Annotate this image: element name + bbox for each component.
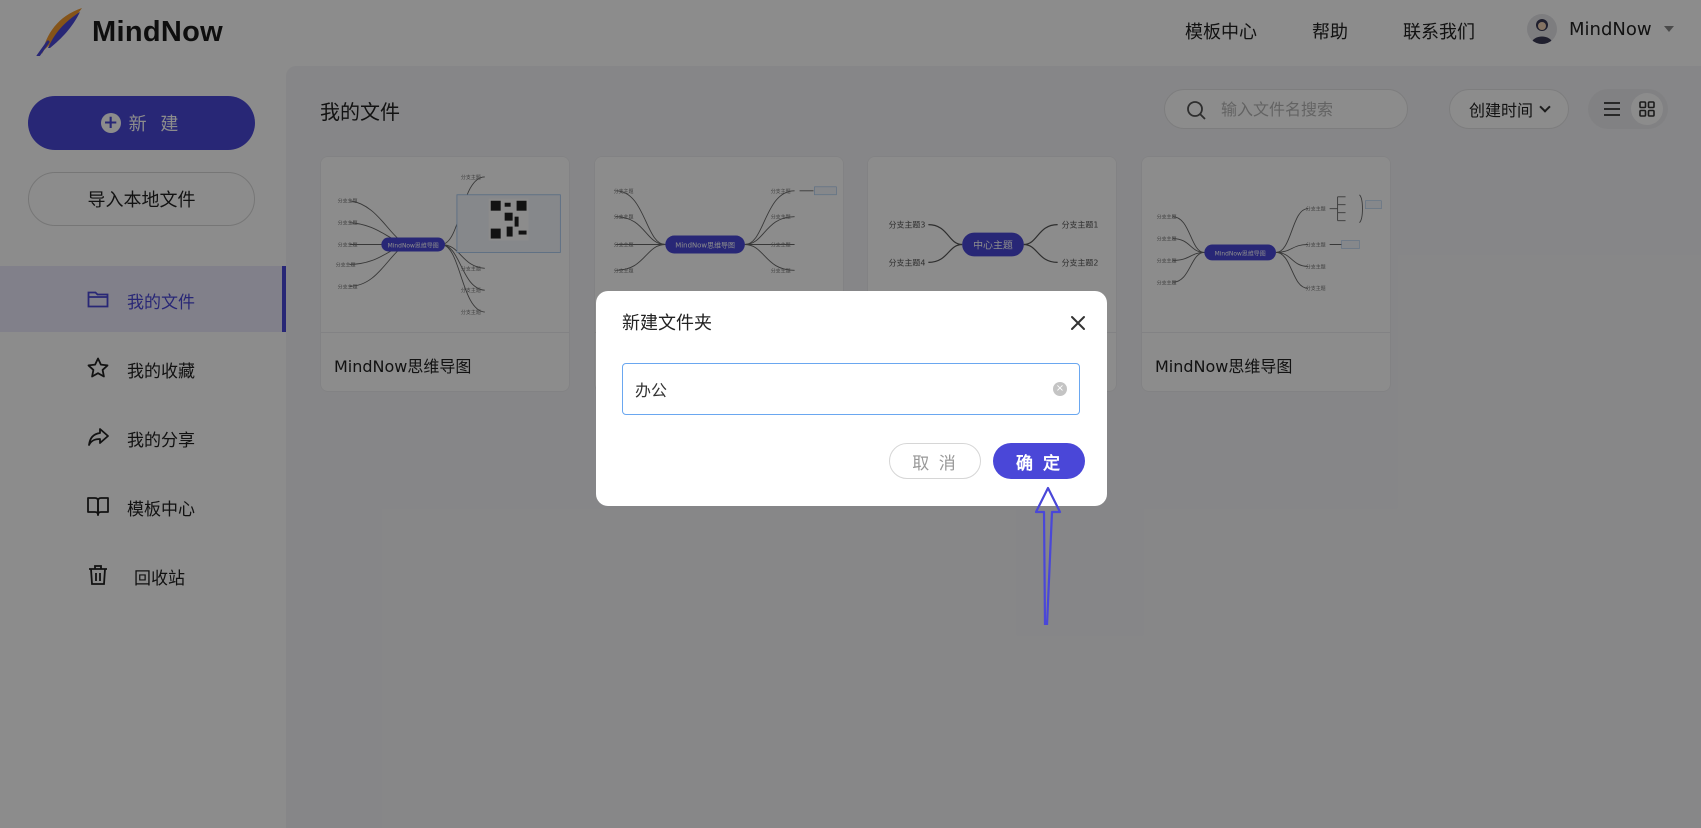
- cancel-button[interactable]: 取 消: [889, 443, 981, 479]
- folder-name-field[interactable]: ×: [622, 363, 1080, 415]
- folder-name-input[interactable]: [635, 377, 1035, 401]
- pointer-arrow-icon: [1034, 486, 1062, 626]
- confirm-button[interactable]: 确 定: [993, 443, 1085, 479]
- close-icon[interactable]: [1066, 311, 1090, 335]
- clear-input-icon[interactable]: ×: [1053, 382, 1067, 396]
- dialog-title: 新建文件夹: [622, 313, 712, 334]
- new-folder-dialog: 新建文件夹 × 取 消 确 定: [596, 291, 1107, 506]
